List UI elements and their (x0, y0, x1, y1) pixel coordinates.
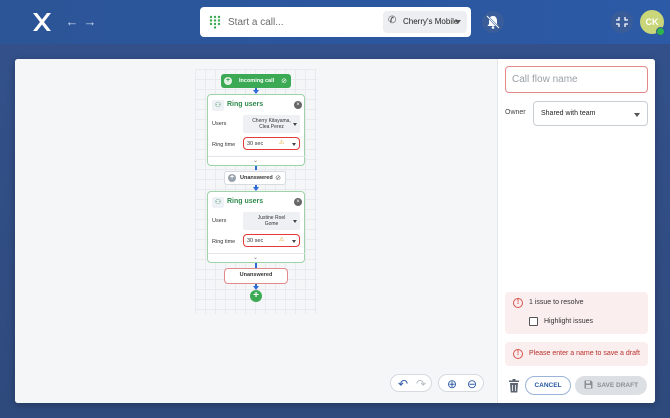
chevron-down-icon (634, 113, 640, 117)
collapse-icon (616, 17, 628, 27)
unanswered-label: Unanswered (240, 175, 273, 181)
expand-chevron-icon[interactable]: ⌄ (253, 254, 258, 261)
save-icon (584, 380, 593, 389)
draft-error-text: Please enter a name to save a draft (529, 350, 640, 357)
dialpad-icon[interactable] (209, 15, 221, 29)
call-flow-editor-dialog: + Incoming call ⊘ ⚇ Ring users × Users C… (15, 59, 655, 403)
zoom-in-icon[interactable]: ⊕ (444, 377, 460, 391)
remove-node-icon[interactable]: × (294, 198, 302, 206)
incoming-call-label: Incoming call (239, 78, 275, 84)
save-draft-label: SAVE DRAFT (597, 382, 639, 389)
unanswered-end-node[interactable]: Unanswered (224, 268, 288, 284)
issues-title: 1 issue to resolve (529, 299, 584, 306)
chevron-down-icon (293, 123, 297, 126)
highlight-issues-checkbox[interactable] (529, 317, 538, 326)
incoming-call-start[interactable]: + Incoming call ⊘ (221, 74, 291, 88)
start-call-input[interactable] (228, 14, 368, 30)
ring-time-label: Ring time (212, 142, 236, 148)
users-value-line2: Clea Perez (259, 124, 284, 130)
error-icon: ! (513, 298, 523, 308)
trash-icon[interactable] (508, 379, 520, 393)
ring-time-select[interactable]: 30 sec ⚠ (243, 234, 300, 247)
phone-icon: ✆ (388, 15, 397, 26)
users-value-line2: Gome (264, 221, 279, 227)
eye-off-icon[interactable]: ⊘ (281, 77, 287, 85)
top-bar: ← → ✆ Cherry's Mobile CK (0, 0, 670, 44)
warning-icon: ⚠ (279, 140, 285, 146)
owner-label: Owner (505, 109, 526, 116)
connector-line (255, 166, 257, 170)
chevron-down-icon (292, 240, 296, 243)
plus-icon[interactable]: + (224, 77, 232, 85)
bell-off-icon (486, 15, 500, 29)
node-header: ⚇ Ring users × (212, 100, 302, 112)
node-title: Ring users (227, 198, 264, 205)
error-icon: ! (513, 349, 523, 359)
users-select[interactable]: Cherry Kitayama, Clea Perez (243, 115, 300, 133)
presence-status-dot (656, 27, 665, 36)
outbound-line-select[interactable]: ✆ Cherry's Mobile (383, 11, 467, 33)
owner-value: Shared with team (541, 110, 596, 117)
ring-time-value: 30 sec (247, 141, 264, 147)
call-flow-name-input[interactable] (505, 66, 648, 93)
warning-icon: ⚠ (279, 237, 285, 243)
draft-error-alert: ! Please enter a name to save a draft (505, 342, 648, 366)
chevron-down-icon (455, 20, 461, 24)
forward-arrow-icon[interactable]: → (82, 14, 98, 30)
ring-time-value: 30 sec (247, 238, 264, 244)
users-label: Users (212, 121, 227, 127)
outbound-line-label: Cherry's Mobile (403, 17, 459, 26)
node-header: ⚇ Ring users × (212, 197, 302, 209)
chevron-down-icon (292, 143, 296, 146)
owner-select[interactable]: Shared with team (533, 101, 648, 126)
add-step-button[interactable]: + (250, 290, 262, 302)
ring-users-icon: ⚇ (212, 100, 224, 111)
undo-icon[interactable]: ↶ (395, 377, 411, 391)
app-logo[interactable] (31, 11, 53, 33)
users-select[interactable]: Justine Roel Gome (243, 212, 300, 230)
save-draft-button[interactable]: SAVE DRAFT (575, 376, 647, 395)
zoom-controls: ⊕ ⊖ (438, 374, 484, 392)
expand-chevron-icon[interactable]: ⌄ (253, 157, 258, 164)
history-controls: ↶ ↷ (390, 374, 432, 392)
collapse-button[interactable] (611, 11, 633, 33)
remove-node-icon[interactable]: × (294, 101, 302, 109)
flow-canvas[interactable]: + Incoming call ⊘ ⚇ Ring users × Users C… (15, 59, 497, 403)
do-not-disturb-button[interactable] (482, 11, 504, 33)
ring-users-icon: ⚇ (212, 197, 224, 208)
call-search-bar: ✆ Cherry's Mobile (200, 7, 471, 37)
eye-off-icon[interactable]: ⊘ (275, 174, 281, 182)
unanswered-branch[interactable]: + Unanswered ⊘ (224, 171, 286, 185)
plus-icon[interactable]: + (228, 174, 236, 182)
node-title: Ring users (227, 101, 264, 108)
ring-users-node[interactable]: ⚇ Ring users × Users Cherry Kitayama, Cl… (207, 94, 306, 166)
cancel-button[interactable]: CANCEL (525, 376, 571, 395)
issues-alert: ! 1 issue to resolve Highlight issues (505, 292, 648, 334)
ring-time-label: Ring time (212, 239, 236, 245)
highlight-issues-label[interactable]: Highlight issues (544, 318, 593, 325)
settings-panel: Owner Shared with team ! 1 issue to reso… (497, 59, 655, 403)
ring-users-node[interactable]: ⚇ Ring users × Users Justine Roel Gome R… (207, 191, 306, 263)
redo-icon[interactable]: ↷ (413, 377, 429, 391)
ring-time-select[interactable]: 30 sec ⚠ (243, 137, 300, 150)
zoom-out-icon[interactable]: ⊖ (464, 377, 480, 391)
chevron-down-icon (293, 220, 297, 223)
users-label: Users (212, 218, 227, 224)
back-arrow-icon[interactable]: ← (64, 14, 80, 30)
